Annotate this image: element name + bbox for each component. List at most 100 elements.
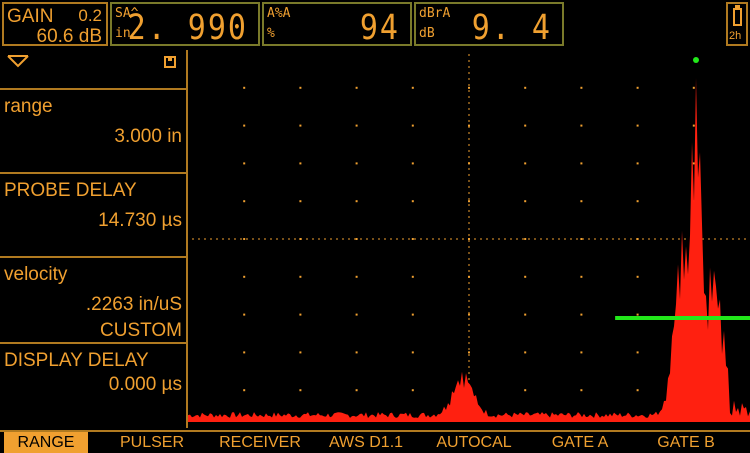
- grid-dot: [524, 162, 527, 165]
- reading-value: 94: [359, 8, 400, 49]
- tab-range[interactable]: RANGE: [4, 432, 88, 453]
- grid-dot: [524, 200, 527, 203]
- grid-dot: [243, 238, 246, 240]
- gain-label: GAIN: [7, 6, 54, 27]
- grid-dot: [243, 86, 246, 89]
- param-name: DISPLAY DELAY: [4, 350, 149, 371]
- grid-dot: [692, 124, 695, 127]
- ascan-trace: [188, 78, 750, 422]
- grid-dot: [355, 86, 358, 89]
- grid-dot: [243, 351, 246, 354]
- grid-dot: [468, 200, 470, 203]
- battery-body: [733, 8, 742, 26]
- grid-dot: [411, 162, 414, 165]
- grid-dot: [524, 351, 527, 354]
- grid-dot: [580, 162, 583, 165]
- grid-dot: [299, 351, 302, 354]
- peak-marker-icon: [693, 57, 699, 63]
- tab-receiver[interactable]: RECEIVER: [210, 432, 310, 453]
- tab-pulser[interactable]: PULSER: [104, 432, 200, 453]
- grid-dot: [243, 124, 246, 127]
- grid-dot: [580, 313, 583, 316]
- reading-label: A%A: [267, 6, 291, 21]
- battery-time: 2h: [729, 30, 742, 42]
- grid-dot: [411, 238, 414, 240]
- function-tabs: RANGE PULSER RECEIVER AWS D1.1 AUTOCAL G…: [0, 430, 750, 453]
- grid-dot: [636, 351, 639, 354]
- grid-dot: [636, 389, 639, 392]
- param-name: range: [4, 96, 53, 117]
- grid-dot: [355, 275, 358, 278]
- grid-dot: [524, 86, 527, 89]
- chevron-down-icon[interactable]: [6, 54, 30, 68]
- grid-dot: [411, 200, 414, 203]
- grid-dot: [524, 238, 527, 240]
- grid-dot: [411, 313, 414, 316]
- tab-aws[interactable]: AWS D1.1: [316, 432, 416, 453]
- panel-header: [0, 50, 186, 90]
- reading-value: 9. 4: [471, 8, 552, 49]
- grid-dot: [355, 389, 358, 392]
- grid-dot: [243, 389, 246, 392]
- tab-gate-a[interactable]: GATE A: [532, 432, 628, 453]
- grid-dot: [411, 275, 414, 278]
- param-range[interactable]: range 3.000 in: [0, 90, 186, 174]
- param-value: 14.730 µs: [98, 210, 182, 231]
- grid-dot: [299, 124, 302, 127]
- grid-dot: [580, 86, 583, 89]
- grid-dot: [580, 275, 583, 278]
- grid-dot: [524, 313, 527, 316]
- grid-dot: [580, 124, 583, 127]
- grid-dot: [524, 275, 527, 278]
- battery-indicator: 2h: [726, 2, 748, 46]
- grid-dot: [580, 389, 583, 392]
- grid-dot: [243, 162, 246, 165]
- ascan-display[interactable]: [188, 50, 750, 428]
- reading-value: 2. 990: [127, 8, 248, 49]
- save-icon[interactable]: [164, 56, 176, 68]
- grid-dot: [636, 313, 639, 316]
- grid-dot: [243, 313, 246, 316]
- reading-sound-path: SA^ in 2. 990: [110, 2, 260, 49]
- grid-dot: [468, 86, 470, 89]
- parameter-panel: range 3.000 in PROBE DELAY 14.730 µs vel…: [0, 50, 186, 428]
- grid-dot: [636, 124, 639, 127]
- grid-dot: [692, 162, 695, 165]
- grid-dot: [636, 162, 639, 165]
- tab-autocal[interactable]: AUTOCAL: [422, 432, 526, 453]
- param-value: 3.000 in: [114, 126, 182, 147]
- param-name: velocity: [4, 264, 68, 285]
- grid-dot: [355, 124, 358, 127]
- grid-dot: [355, 162, 358, 165]
- grid-dot: [299, 389, 302, 392]
- grid-dot: [692, 86, 695, 89]
- gain-readout[interactable]: GAIN 0.2 60.6 dB: [2, 2, 108, 47]
- param-display-delay[interactable]: DISPLAY DELAY 0.000 µs: [0, 344, 186, 428]
- param-velocity[interactable]: velocity .2263 in/uS CUSTOM: [0, 258, 186, 344]
- grid-dot: [524, 389, 527, 392]
- grid-dot: [299, 162, 302, 165]
- reading-unit: %: [267, 26, 275, 41]
- grid-dot: [299, 275, 302, 278]
- grid-dot: [299, 200, 302, 203]
- reading-amplitude: A%A % 94: [262, 2, 412, 49]
- grid-dot: [580, 351, 583, 354]
- param-value: 0.000 µs: [108, 374, 182, 395]
- param-name: PROBE DELAY: [4, 180, 137, 201]
- grid-dot: [636, 200, 639, 203]
- param-probe-delay[interactable]: PROBE DELAY 14.730 µs: [0, 174, 186, 258]
- grid-dot: [411, 86, 414, 89]
- grid-dot: [355, 351, 358, 354]
- gain-value: 60.6 dB: [36, 26, 103, 47]
- grid-dot: [636, 86, 639, 89]
- grid-dot: [299, 313, 302, 316]
- param-value: .2263 in/uS: [85, 294, 182, 315]
- tab-gate-b[interactable]: GATE B: [636, 432, 736, 453]
- reading-db-ref: dBrA dB 9. 4: [414, 2, 564, 49]
- grid-dot: [411, 389, 414, 392]
- gain-step: 0.2: [78, 6, 102, 25]
- grid-dot: [580, 200, 583, 203]
- grid-dot: [524, 124, 527, 127]
- grid-dot: [636, 275, 639, 278]
- grid-dot: [355, 313, 358, 316]
